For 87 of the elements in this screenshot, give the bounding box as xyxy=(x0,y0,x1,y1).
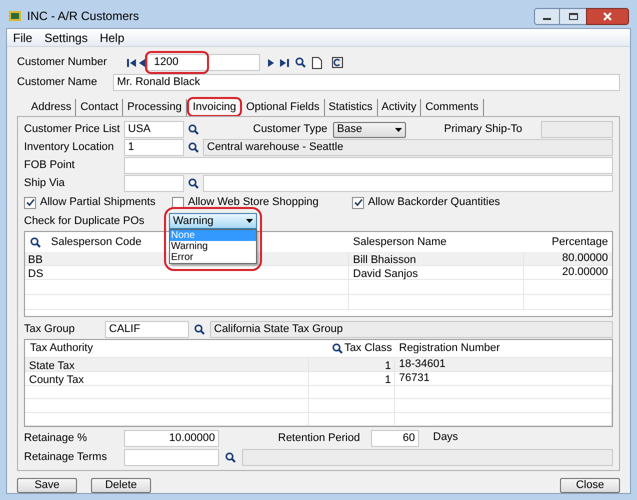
minimize-button[interactable] xyxy=(534,8,560,24)
customer-number-field[interactable]: 1200 xyxy=(147,54,260,71)
table-cell: 1 xyxy=(309,358,395,371)
column-header: Percentage xyxy=(550,234,609,250)
checkbox[interactable] xyxy=(352,196,364,208)
field-label: Inventory Location xyxy=(24,140,115,156)
close-button[interactable] xyxy=(586,8,629,24)
search-icon[interactable] xyxy=(30,236,41,248)
field-label: Customer Type xyxy=(253,122,328,138)
tax-group-description-field[interactable]: California State Tax Group xyxy=(210,320,613,338)
column-header: Registration Number xyxy=(398,341,501,356)
field-label: Allow Partial Shipments xyxy=(40,195,156,210)
primary-ship-to-field[interactable] xyxy=(541,121,613,138)
dropdown-option[interactable]: Warning xyxy=(170,241,256,252)
search-icon[interactable] xyxy=(188,142,199,153)
field-label: Customer Price List xyxy=(24,122,121,138)
field-label: FOB Point xyxy=(24,158,76,174)
dropdown-arrow-icon xyxy=(246,219,253,223)
field-label: Ship Via xyxy=(24,176,66,192)
ship-via-description-field[interactable] xyxy=(203,175,613,192)
action-button[interactable]: Delete xyxy=(91,478,151,493)
checkbox[interactable] xyxy=(172,196,184,208)
field-label: Retainage Terms xyxy=(24,450,108,465)
table-cell-text: 20.00000 xyxy=(561,265,609,280)
refresh-icon[interactable] xyxy=(332,57,343,68)
table-cell: David Sanjos xyxy=(349,266,524,279)
unit-label: Days xyxy=(433,430,458,445)
window-title: INC - A/R Customers xyxy=(27,8,140,25)
table-cell-text: 18-34601 xyxy=(398,357,446,372)
action-button[interactable]: Close xyxy=(560,478,620,493)
customer-type-dropdown[interactable]: Base xyxy=(333,122,406,138)
inventory-location-field[interactable]: 1 xyxy=(124,139,184,156)
column-header: Salesperson Name xyxy=(352,234,448,250)
menu-item[interactable]: Help xyxy=(100,28,124,46)
next-record-icon[interactable] xyxy=(268,58,274,66)
last-record-icon[interactable] xyxy=(280,58,289,66)
dropdown-arrow-icon xyxy=(395,128,402,132)
menu-item[interactable]: Settings xyxy=(44,28,88,46)
ship-via-field[interactable] xyxy=(124,175,184,192)
search-icon[interactable] xyxy=(188,178,199,189)
checkmark-icon xyxy=(354,198,362,207)
table-cell: County Tax xyxy=(25,372,309,385)
duplicate-po-dropdown[interactable]: Warning xyxy=(169,213,257,229)
column-header: Salesperson Code xyxy=(51,234,142,250)
field-label: Retainage % xyxy=(24,430,88,446)
checkbox[interactable] xyxy=(24,196,36,208)
field-label: Tax Group xyxy=(24,322,76,337)
fob-point-field[interactable] xyxy=(124,157,613,174)
search-icon[interactable] xyxy=(332,342,343,354)
new-document-icon[interactable] xyxy=(312,56,322,68)
table-cell: 1 xyxy=(309,372,395,385)
field-label: Primary Ship-To xyxy=(444,122,522,138)
price-list-field[interactable]: USA xyxy=(124,121,184,138)
search-icon[interactable] xyxy=(295,57,306,68)
field-label: Retention Period xyxy=(278,430,361,446)
maximize-button[interactable] xyxy=(560,8,586,24)
table-cell-text: 80.00000 xyxy=(561,251,609,266)
table-cell-text: 76731 xyxy=(398,371,431,386)
field-label: Customer Number xyxy=(17,55,108,70)
close-icon xyxy=(603,12,612,20)
search-icon[interactable] xyxy=(188,124,199,135)
table-cell: DS xyxy=(25,266,349,279)
retainage-terms-field[interactable] xyxy=(124,448,219,466)
app-icon xyxy=(8,9,22,23)
menu-item[interactable]: File xyxy=(13,28,32,46)
field-label: Allow Backorder Quantities xyxy=(368,195,500,210)
column-header: Tax Class xyxy=(344,341,392,356)
search-icon[interactable] xyxy=(225,452,236,462)
field-label: Allow Web Store Shopping xyxy=(188,195,319,210)
action-button[interactable]: Save xyxy=(17,478,77,493)
location-description-field[interactable]: Central warehouse - Seattle xyxy=(203,139,613,156)
checkmark-icon xyxy=(26,198,34,207)
retainage-percent-field[interactable]: 10.00000 xyxy=(124,430,219,446)
retention-period-field[interactable]: 60 xyxy=(371,430,419,446)
tax-group-field[interactable]: CALIF xyxy=(105,320,189,338)
tab[interactable]: Invoicing xyxy=(186,97,242,117)
dropdown-option[interactable]: Error xyxy=(170,252,256,263)
retainage-terms-description-field[interactable] xyxy=(242,448,613,466)
first-record-icon[interactable] xyxy=(127,58,136,66)
table-cell: Bill Bhaisson xyxy=(349,252,524,265)
table-cell: State Tax xyxy=(25,358,309,371)
field-label: Check for Duplicate POs xyxy=(24,214,146,229)
customer-name-field[interactable]: Mr. Ronald Black xyxy=(113,74,620,91)
field-label: Customer Name xyxy=(17,75,98,90)
previous-record-icon[interactable] xyxy=(139,58,145,66)
search-icon[interactable] xyxy=(194,324,205,334)
column-header: Tax Authority xyxy=(29,341,94,356)
